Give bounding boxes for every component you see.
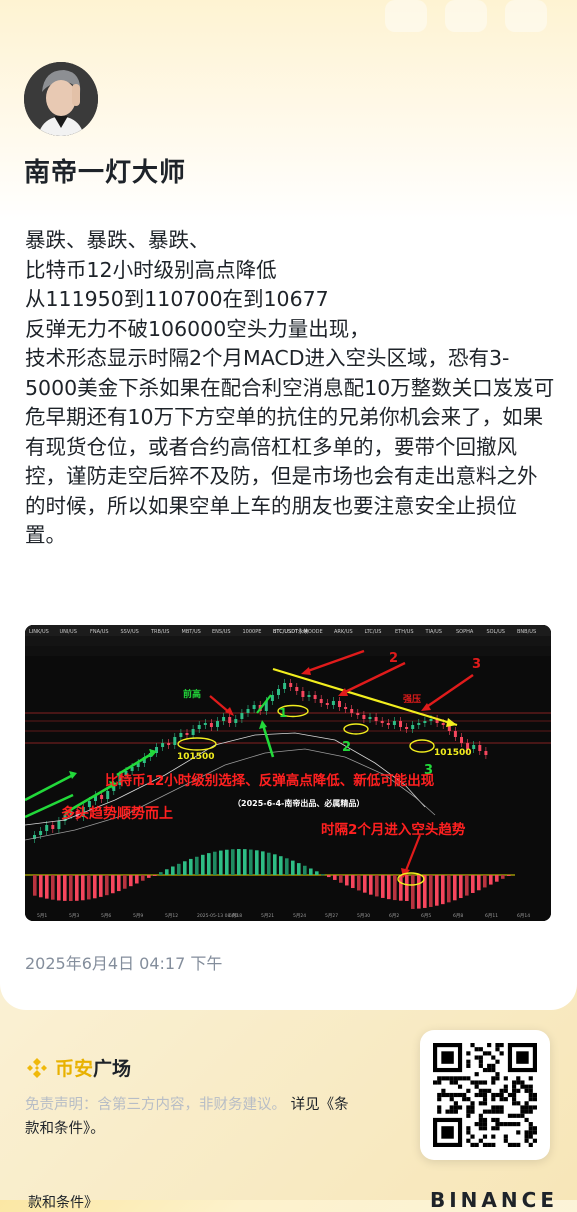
author-name[interactable]: 南帝一灯大师 [24, 152, 186, 189]
ticker-tab[interactable]: SSV/US [121, 629, 139, 635]
decoration [445, 0, 487, 32]
brand-part1: 币安 [55, 1058, 94, 1080]
decoration [505, 0, 547, 32]
binance-logo-icon [27, 1057, 47, 1078]
ticker-tab[interactable]: LINK/US [29, 629, 49, 635]
ticker-tab[interactable]: SOL/US [487, 629, 505, 635]
date-tick: 5月21 [261, 913, 274, 919]
label-101500: 101500 [434, 748, 472, 758]
date-tick: 6月2 [389, 913, 399, 919]
number-label: 1 [279, 706, 287, 720]
ticker-tab[interactable]: SOPHA [456, 629, 474, 635]
headline-annotation: 比特币12小时级别选择、反弹高点降低、新低可能出现 [105, 772, 435, 789]
binance-square-logo: 币安广场 [25, 1054, 131, 1081]
label-101500: 101500 [177, 752, 215, 762]
ticker-tab[interactable]: ETH/US [395, 629, 414, 635]
date-tick: 5月24 [293, 913, 306, 919]
footer-text: 款和条件》 [28, 1195, 98, 1211]
label-prev-high: 前高 [183, 688, 201, 700]
date-tick: 6月11 [485, 913, 498, 919]
disclaimer: 免责声明：含第三方内容，非财务建议。 详见《条款和条件》。 [25, 1093, 360, 1141]
label-resistance: 强压 [403, 694, 421, 705]
ticker-tab[interactable]: TIA/US [425, 629, 442, 635]
post-body: 暴跌、暴跌、暴跌、 比特币12小时级别高点降低 从111950到110700在到… [25, 226, 555, 551]
footer-brand: BINANCE [430, 1188, 558, 1212]
post-line: 从111950到110700在到10677 [25, 287, 329, 311]
ticker-tab[interactable]: BNB/US [517, 629, 536, 635]
date-tick: 5月27 [325, 913, 338, 919]
bull-trend-annotation: 多头趋势顺势而上 [61, 805, 173, 822]
candlestick-chart-image: LINK/US UNI/US FNA/US SSV/US TRB/US MBT/US ENS… [25, 625, 551, 921]
ticker-tab[interactable]: LTC/US [365, 629, 382, 635]
date-tick: 5月9 [133, 913, 143, 919]
chart-screenshot[interactable]: LINK/US UNI/US FNA/US SSV/US TRB/US MBT/US ENS… [25, 625, 551, 921]
date-tick: 5月1 [37, 913, 47, 919]
date-tick: 6月8 [453, 913, 463, 919]
ticker-tab[interactable]: ENS/US [212, 629, 231, 635]
date-tick: 5月3 [69, 913, 79, 919]
qr-code[interactable] [420, 1030, 550, 1160]
ticker-tab[interactable]: FNA/US [90, 629, 109, 635]
post-line: 比特币12小时级别高点降低 [25, 257, 277, 282]
ticker-tab[interactable]: UNI/US [60, 629, 77, 635]
brand-part2: 广场 [93, 1058, 132, 1080]
ticker-tab[interactable]: MBT/US [182, 629, 201, 635]
post-line: 暴跌、暴跌、暴跌、 [25, 228, 210, 252]
ticker-tab[interactable]: 1000PE [243, 629, 262, 635]
post-line: 技术形态显示时隔2个月MACD进入空头区域，恐有3-5000美金下杀如果在配合利… [25, 346, 555, 547]
qr-code-icon [433, 1043, 537, 1147]
post-card: 南帝一灯大师 暴跌、暴跌、暴跌、 比特币12小时级别高点降低 从111950到1… [0, 0, 577, 1160]
avatar-image [24, 62, 98, 136]
ticker-tab[interactable]: TRB/US [150, 629, 169, 635]
decoration [385, 0, 427, 32]
credit-annotation: （2025-6-4-南帝出品、必属精品） [233, 798, 364, 808]
date-tick: 5月30 [357, 913, 370, 919]
bear-trend-annotation: 时隔2个月进入空头趋势 [321, 821, 466, 838]
number-label: 2 [389, 651, 398, 666]
date-tick: 5月18 [229, 913, 242, 919]
ticker-tab[interactable]: MOODE [304, 629, 323, 635]
post-timestamp: 2025年6月4日 04:17 下午 [25, 954, 223, 973]
date-tick: 5月12 [165, 913, 178, 919]
ticker-bar[interactable]: LINK/US UNI/US FNA/US SSV/US TRB/US MBT/US ENS… [29, 628, 536, 635]
post-line: 反弹无力不破106000空头力量出现， [25, 316, 370, 341]
author-avatar[interactable] [24, 62, 98, 136]
date-tick: 6月14 [517, 913, 530, 919]
date-tick: 5月6 [101, 913, 111, 919]
ticker-tab[interactable]: ARK/US [334, 629, 353, 635]
date-tick: 6月5 [421, 913, 431, 919]
disclaimer-text: 免责声明：含第三方内容，非财务建议。 [25, 1097, 286, 1113]
number-label: 2 [342, 740, 351, 755]
number-label: 3 [472, 657, 481, 672]
